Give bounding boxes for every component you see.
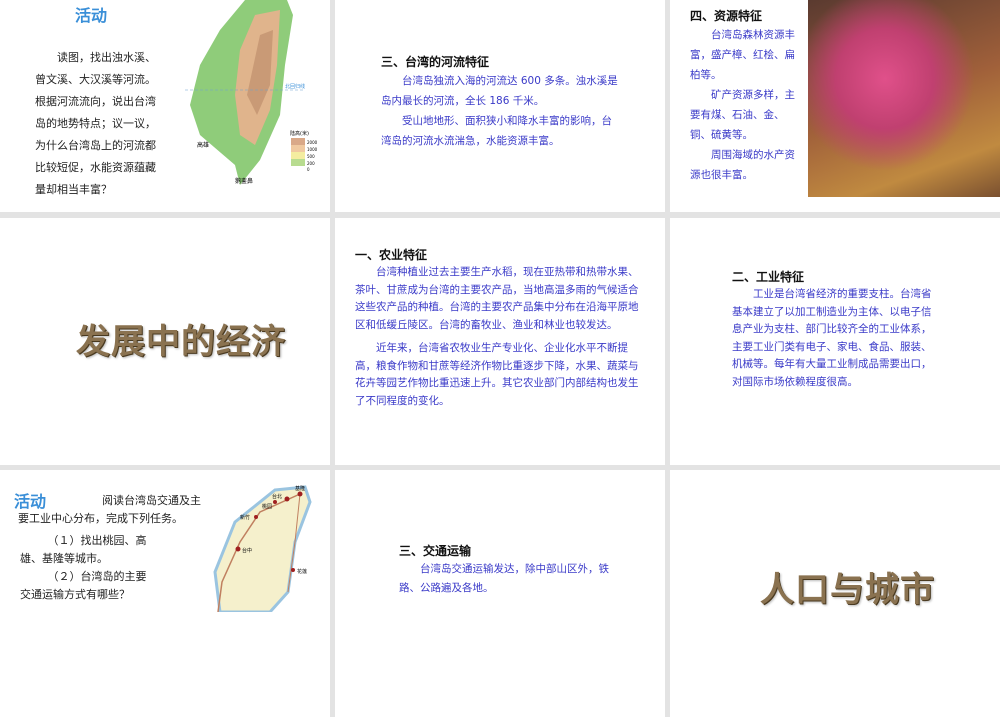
paragraph: 矿产资源多样，主要有煤、石油、金、铜、硫黄等。 xyxy=(690,89,795,141)
slide-thumbnail-5[interactable]: 一、农业特征 台湾种植业过去主要生产水稻，现在亚热带和热带水果、茶叶、甘蔗成为台… xyxy=(335,218,665,465)
activity-text: 读图，找出浊水溪、 曾文溪、大汉溪等河流。 根据河流流向，说出台湾 岛的地势特点… xyxy=(35,47,175,201)
line: 读图，找出浊水溪、 xyxy=(57,51,156,64)
line: 根据河流流向，说出台湾 xyxy=(35,95,156,108)
activity-title: 活动 xyxy=(75,6,108,25)
map-label: 新竹 xyxy=(240,514,250,521)
paragraph: 台湾岛森林资源丰富，盛产樟、红桧、扁柏等。 xyxy=(690,29,795,81)
slide-title: 人口与城市 xyxy=(760,570,935,610)
map-label: 桃园 xyxy=(262,503,272,510)
map-label: 北回归线 xyxy=(285,83,305,90)
slide-thumbnail-7[interactable]: 活动 阅读台湾岛交通及主 要工业中心分布，完成下列任务。 （１）找出桃园、高 雄… xyxy=(0,470,330,717)
coral-photo xyxy=(808,0,1000,197)
legend-label: 200 xyxy=(307,161,315,166)
line: 比较短促，水能资源蕴藏 xyxy=(35,161,156,174)
slide-thumbnail-8[interactable]: 三、交通运输 台湾岛交通运输发达，除中部山区外，铁路、公路遍及各地。 xyxy=(335,470,665,717)
map-label: 台北 xyxy=(272,493,282,500)
taiwan-transport-map: 基隆 台北 桃园 新竹 台中 花莲 xyxy=(213,485,312,612)
line: 岛的地势特点；议一议， xyxy=(35,117,156,130)
slide-heading: 三、交通运输 xyxy=(399,544,472,558)
paragraph: 台湾岛独流入海的河流达 600 多条。浊水溪是岛内最长的河流，全长 186 千米… xyxy=(381,75,618,107)
line: 曾文溪、大汉溪等河流。 xyxy=(35,73,156,86)
paragraph: 台湾种植业过去主要生产水稻，现在亚热带和热带水果、茶叶、甘蔗成为台湾的主要农产品… xyxy=(355,266,639,331)
legend-label: 1000 xyxy=(307,147,318,152)
map-label: 花莲 xyxy=(297,568,307,575)
slide-thumbnail-1[interactable]: 活动 读图，找出浊水溪、 曾文溪、大汉溪等河流。 根据河流流向，说出台湾 岛的地… xyxy=(0,0,330,212)
slide-heading: 二、工业特征 xyxy=(732,270,805,284)
task-line: （１）找出桃园、高 xyxy=(47,534,147,547)
map-label: 鹅銮鼻 xyxy=(235,177,253,185)
activity-tasks: （１）找出桃园、高 雄、基隆等城市。 （２）台湾岛的主要 交通运输方式有哪些？ xyxy=(20,532,170,604)
paragraph: 受山地地形、面积狭小和降水丰富的影响，台湾岛的河流水流湍急，水能资源丰富。 xyxy=(381,115,612,147)
map-label: 基隆 xyxy=(295,485,305,492)
activity-intro: 要工业中心分布，完成下列任务。 xyxy=(18,512,183,525)
slide-heading: 一、农业特征 xyxy=(355,248,428,262)
task-line: 交通运输方式有哪些？ xyxy=(20,588,130,601)
paragraph: 近年来，台湾省农牧业生产专业化、企业化水平不断提高，粮食作物和甘蔗等经济作物比重… xyxy=(355,342,639,407)
paragraph: 周围海域的水产资源也很丰富。 xyxy=(690,149,795,181)
task-line: 雄、基隆等城市。 xyxy=(20,552,108,565)
slide-thumbnail-4[interactable]: 发展中的经济 xyxy=(0,218,330,465)
legend-title: 陆高(米) xyxy=(290,130,309,137)
slide-heading: 三、台湾的河流特征 xyxy=(381,55,490,69)
legend-label: 0 xyxy=(307,167,310,172)
legend-label: 2000 xyxy=(307,140,318,145)
map-label: 高雄 xyxy=(197,141,209,149)
slide-thumbnail-3[interactable]: 四、资源特征 台湾岛森林资源丰富，盛产樟、红桧、扁柏等。 矿产资源多样，主要有煤… xyxy=(670,0,1000,212)
slide-thumbnail-2[interactable]: 三、台湾的河流特征 台湾岛独流入海的河流达 600 多条。浊水溪是岛内最长的河流… xyxy=(335,0,665,212)
activity-intro: 阅读台湾岛交通及主 xyxy=(102,494,201,507)
slide-thumbnail-9[interactable]: 人口与城市 xyxy=(670,470,1000,717)
paragraph: 台湾岛交通运输发达，除中部山区外，铁路、公路遍及各地。 xyxy=(399,563,609,594)
slide-thumbnail-6[interactable]: 二、工业特征 工业是台湾省经济的重要支柱。台湾省基本建立了以加工制造业为主体、以… xyxy=(670,218,1000,465)
slide-title: 发展中的经济 xyxy=(76,322,286,362)
activity-title: 活动 xyxy=(14,492,47,511)
line: 量却相当丰富？ xyxy=(35,183,112,196)
task-line: （２）台湾岛的主要 xyxy=(47,570,147,583)
map-label: 台中 xyxy=(242,547,252,554)
slide-heading: 四、资源特征 xyxy=(690,9,763,23)
paragraph: 工业是台湾省经济的重要支柱。台湾省基本建立了以加工制造业为主体、以电子信息产业为… xyxy=(732,288,932,388)
legend-label: 500 xyxy=(307,154,315,159)
line: 为什么台湾岛上的河流都 xyxy=(35,139,156,152)
taiwan-relief-map: 北回归线 高雄 鹅銮鼻 陆高(米) 2000 1000 500 200 0 xyxy=(185,0,318,185)
